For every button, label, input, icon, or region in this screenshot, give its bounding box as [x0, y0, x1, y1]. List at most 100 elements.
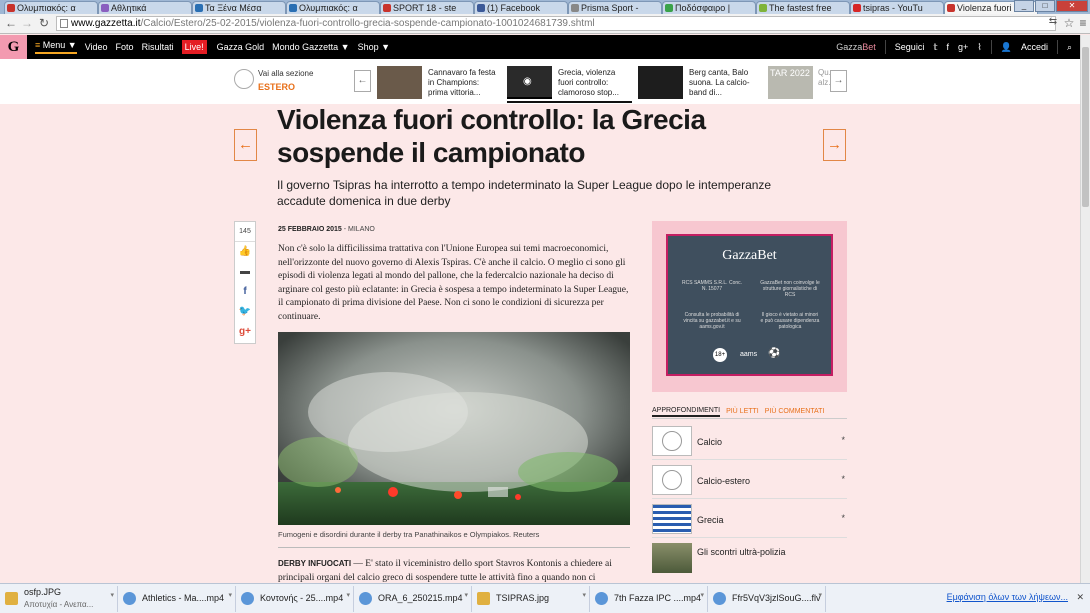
nav-video[interactable]: Video	[85, 42, 108, 52]
url-input[interactable]: www.gazzetta.it/Calcio/Estero/25-02-2015…	[56, 16, 1056, 31]
browser-tab[interactable]: Ολυμπιακός: α	[4, 1, 98, 14]
next-article-button[interactable]: →	[823, 129, 846, 161]
ad-text: RCS SAMMS S.R.L. Conc. N. 15077	[682, 280, 743, 292]
user-icon[interactable]: 👤	[1001, 42, 1012, 53]
comment-icon[interactable]: ▬	[235, 262, 255, 282]
carousel-next-button[interactable]: →	[830, 70, 847, 92]
chevron-down-icon[interactable]: ▾	[818, 591, 822, 599]
favicon-icon	[665, 4, 673, 12]
close-icon[interactable]: ✕	[1056, 0, 1088, 12]
chevron-down-icon[interactable]: ▾	[228, 591, 232, 599]
article-photo[interactable]	[278, 332, 630, 525]
browser-tab[interactable]: Τα Ξένα Μέσα	[192, 1, 286, 14]
download-item[interactable]: Athletics - Ma....mp4 ▾	[118, 585, 236, 612]
browser-tab[interactable]: The fastest free	[756, 1, 850, 14]
back-icon[interactable]: ←	[4, 16, 18, 30]
related-item[interactable]: Gli scontri ultrà-polizia	[652, 541, 847, 577]
nav-shop[interactable]: Shop ▼	[358, 42, 390, 52]
nav-gazza-gold[interactable]: Gazza Gold	[217, 42, 265, 52]
close-icon[interactable]: ✕	[1076, 592, 1084, 603]
browser-tab[interactable]: Αθλητικά	[98, 1, 192, 14]
menu-icon[interactable]: ≡	[1076, 16, 1090, 30]
googleplus-icon[interactable]: g+	[958, 42, 968, 52]
nav-live[interactable]: Live!	[181, 40, 207, 54]
file-icon	[595, 591, 608, 605]
favicon-icon	[289, 4, 297, 12]
browser-tab[interactable]: (1) Facebook	[474, 1, 568, 14]
article-paragraph: Non c'è solo la difficilissima trattativ…	[278, 244, 629, 322]
favicon-icon	[477, 4, 485, 12]
prev-article-button[interactable]: ←	[234, 129, 257, 161]
reload-icon[interactable]: ↻	[37, 16, 51, 30]
file-icon	[123, 591, 136, 605]
accedi-link[interactable]: Accedi	[1021, 42, 1048, 52]
show-all-downloads-link[interactable]: Εμφάνιση όλων των λήψεων...	[947, 592, 1068, 602]
chevron-down-icon[interactable]: ▾	[110, 591, 114, 599]
browser-tab[interactable]: SPORT 18 - ste	[380, 1, 474, 14]
translate-icon[interactable]: ⇆	[1046, 16, 1060, 27]
nav-menu[interactable]: ≡ Menu ▼	[35, 40, 77, 54]
gazzabet-ad[interactable]: GazzaBet RCS SAMMS S.R.L. Conc. N. 15077…	[652, 221, 847, 392]
forward-icon[interactable]: →	[20, 16, 34, 30]
facebook-share-icon[interactable]: f	[235, 282, 255, 302]
chevron-down-icon[interactable]: ▾	[582, 591, 586, 599]
star-icon[interactable]: ☆	[1062, 16, 1076, 30]
download-item[interactable]: osfp.JPG Αποτυχία - Ανεπα... ▾	[0, 585, 118, 612]
browser-tab[interactable]: Prisma Sport -	[568, 1, 662, 14]
tab-approfondimenti[interactable]: APPROFONDIMENTI	[652, 407, 721, 417]
download-item[interactable]: Κοντονής - 25....mp4 ▾	[236, 585, 354, 612]
twitter-share-icon[interactable]: 🐦	[235, 302, 255, 322]
related-item[interactable]: Grecia *	[652, 502, 847, 538]
thumbs-up-icon[interactable]: 👍	[235, 242, 255, 262]
hamburger-icon: ≡	[35, 40, 43, 50]
chevron-down-icon[interactable]: ▾	[464, 591, 468, 599]
file-icon	[359, 591, 372, 605]
carousel-thumb-video[interactable]: ◉	[507, 66, 552, 99]
browser-tab[interactable]: Ποδόσφαιρο |	[662, 1, 756, 14]
photo-caption: Fumogeni e disordini durante il derby tr…	[278, 530, 540, 539]
rss-icon[interactable]: ⌇	[977, 42, 981, 53]
nav-foto[interactable]: Foto	[116, 42, 134, 52]
related-item[interactable]: Calcio-estero *	[652, 463, 847, 499]
carousel-thumb[interactable]	[377, 66, 422, 99]
gazzabet-link[interactable]: GazzaBet	[836, 42, 876, 52]
browser-tab[interactable]: tsipras - YouTu	[850, 1, 944, 14]
download-item[interactable]: 7th Fazza IPC ....mp4 ▾	[590, 585, 708, 612]
chevron-down-icon[interactable]: ▾	[700, 591, 704, 599]
age-badge: 18+	[713, 348, 727, 362]
googleplus-share-icon[interactable]: g+	[235, 322, 255, 342]
nav-risultati[interactable]: Risultati	[142, 42, 174, 52]
carousel-thumb-qatar[interactable]: TAR 2022	[768, 66, 813, 99]
divider	[278, 547, 630, 548]
window-controls: _ □ ✕	[1014, 0, 1088, 12]
carousel-item-text[interactable]: Grecia, violenza fuori controllo: clamor…	[558, 68, 628, 98]
maximize-icon[interactable]: □	[1035, 0, 1055, 12]
search-icon[interactable]: ⌕	[1067, 42, 1072, 53]
scrollbar-thumb[interactable]	[1082, 47, 1089, 207]
related-item[interactable]: Calcio *	[652, 424, 847, 460]
twitter-icon[interactable]: 𝕥	[933, 42, 937, 53]
navbar-right: GazzaBet Seguici 𝕥 f g+ ⌇ 👤 Accedi ⌕	[836, 35, 1072, 59]
chevron-down-icon[interactable]: ▾	[346, 591, 350, 599]
carousel-thumb[interactable]	[638, 66, 683, 99]
download-item[interactable]: Ffr5VqV3jzlSouG....flv ▾	[708, 585, 826, 612]
nav-mondo-gazzetta[interactable]: Mondo Gazzetta ▼	[272, 42, 349, 52]
eye-icon: ◉	[523, 76, 532, 87]
carousel-item-text[interactable]: Qu... alz...	[818, 68, 830, 88]
page-scrollbar[interactable]	[1080, 35, 1090, 583]
tab-piu-letti[interactable]: PIÙ LETTI	[726, 408, 759, 415]
tab-piu-commentati[interactable]: PIÙ COMMENTATI	[765, 408, 825, 415]
gazzetta-logo[interactable]: G	[0, 35, 27, 59]
carousel-item-text[interactable]: Berg canta, Balo suona. La calcio-band d…	[689, 68, 759, 98]
browser-tab[interactable]: Ολυμπιακός: α	[286, 1, 380, 14]
ad-text: GazzaBet non coinvolge le strutture gior…	[760, 280, 820, 298]
site-navbar: G ≡ Menu ▼ Video Foto Risultati Live! Ga…	[0, 35, 1080, 59]
minimize-icon[interactable]: _	[1014, 0, 1034, 12]
facebook-icon[interactable]: f	[947, 42, 950, 52]
carousel-prev-button[interactable]: ←	[354, 70, 371, 92]
section-link-estero[interactable]: ESTERO	[258, 82, 295, 92]
download-item[interactable]: ORA_6_250215.mp4 ▾	[354, 585, 472, 612]
carousel-item-text[interactable]: Cannavaro fa festa in Champions: prima v…	[428, 68, 498, 98]
favicon-icon	[947, 4, 955, 12]
download-item[interactable]: TSIPRAS.jpg ▾	[472, 585, 590, 612]
